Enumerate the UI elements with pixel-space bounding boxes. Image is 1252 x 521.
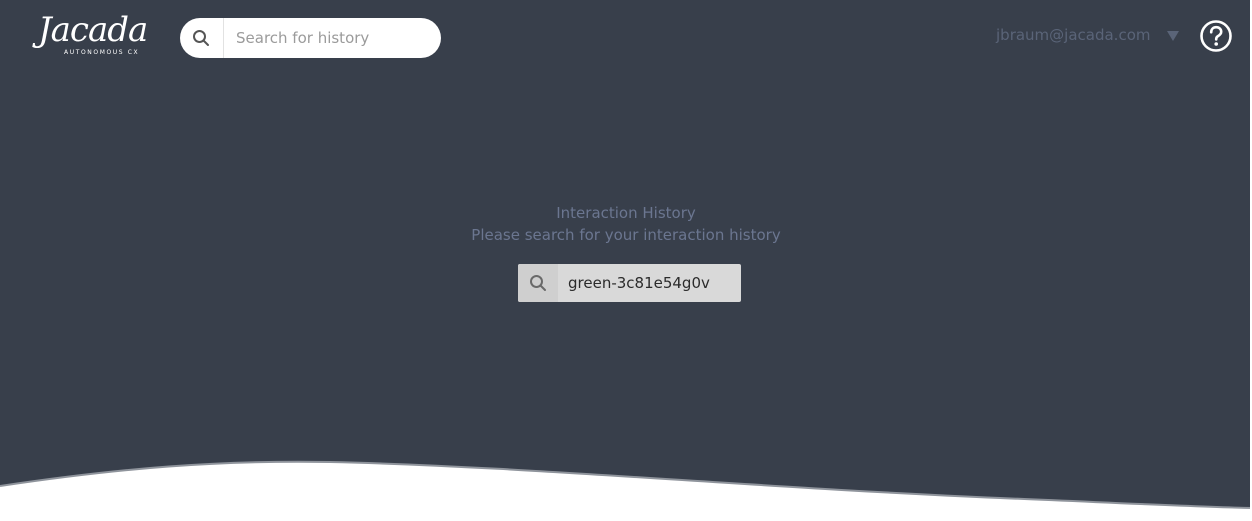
search-icon[interactable] (518, 264, 558, 302)
bottom-wave-decoration (0, 460, 1252, 521)
search-icon[interactable] (192, 29, 210, 47)
history-search-box[interactable] (180, 18, 441, 58)
search-divider (223, 18, 224, 58)
page-subtitle: Please search for your interaction histo… (471, 226, 781, 244)
user-email[interactable]: jbraum@jacada.com (996, 24, 1150, 46)
interaction-search-box[interactable] (518, 264, 741, 302)
app-header: Jacada AUTONOMOUS CX jbraum@jacada.com (0, 0, 1252, 76)
jacada-logo[interactable]: Jacada AUTONOMOUS CX (38, 10, 148, 62)
logo-wordmark: Jacada (38, 10, 148, 50)
history-search-input[interactable] (236, 18, 426, 58)
help-circle-icon[interactable] (1199, 19, 1233, 53)
interaction-search-input[interactable] (568, 264, 736, 302)
page-title: Interaction History (556, 204, 696, 222)
logo-tagline: AUTONOMOUS CX (64, 49, 140, 56)
caret-down-icon[interactable] (1166, 27, 1180, 41)
